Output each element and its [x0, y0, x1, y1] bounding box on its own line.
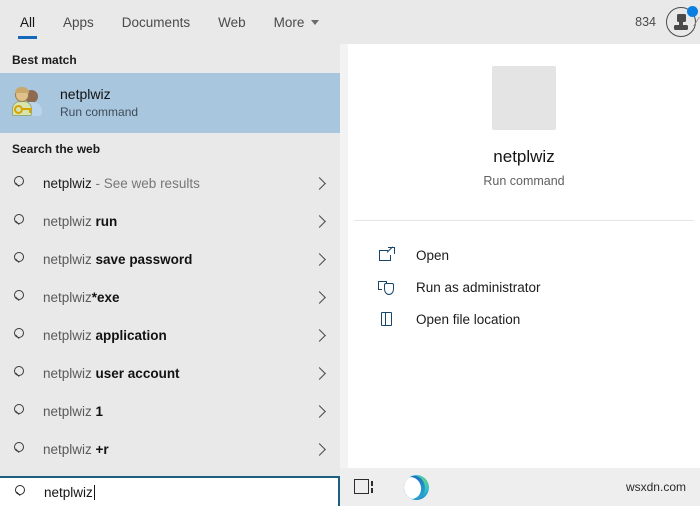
- tab-apps-label: Apps: [63, 14, 94, 30]
- action-list: Open Run as administrator Open file loca…: [348, 221, 700, 335]
- list-item[interactable]: netplwiz 1: [0, 392, 340, 430]
- suggestion-suffix: - See web results: [91, 175, 200, 191]
- text-cursor: [93, 484, 95, 500]
- chevron-right-icon: [313, 290, 326, 304]
- list-item[interactable]: netplwiz run: [0, 202, 340, 240]
- clipped-edge-glyph: ⁄: [695, 14, 698, 29]
- action-open-label: Open: [416, 247, 450, 263]
- tab-all[interactable]: All: [6, 0, 49, 44]
- list-item[interactable]: netplwiz - See web results: [0, 164, 340, 202]
- preview-subtitle: Run command: [483, 174, 565, 188]
- suggestion-query: netplwiz: [43, 289, 92, 305]
- list-item[interactable]: netplwiz application: [0, 316, 340, 354]
- search-icon: [12, 289, 29, 306]
- microsoft-edge-icon[interactable]: [404, 474, 429, 500]
- search-icon: [12, 365, 29, 382]
- search-icon: [12, 251, 29, 268]
- preview-title: netplwiz: [493, 147, 555, 166]
- search-the-web-heading: Search the web: [12, 142, 101, 156]
- best-match-subtitle: Run command: [60, 105, 139, 119]
- web-suggestion-list: netplwiz - See web results netplwiz run …: [0, 162, 340, 468]
- best-match-heading: Best match: [12, 53, 77, 67]
- search-icon: [12, 403, 29, 420]
- taskbar: wsxdn.com: [340, 468, 700, 506]
- search-icon: [12, 441, 29, 458]
- tab-web[interactable]: Web: [204, 0, 260, 44]
- rewards-points: 834: [635, 15, 656, 29]
- suggestion-suffix: +r: [91, 441, 109, 457]
- site-watermark: wsxdn.com: [625, 480, 686, 494]
- shield-icon: [378, 278, 396, 296]
- action-run-as-administrator[interactable]: Run as administrator: [348, 271, 700, 303]
- suggestion-query: netplwiz: [43, 365, 92, 381]
- best-match-result[interactable]: netplwiz Run command: [0, 73, 340, 133]
- search-filter-tabbar: All Apps Documents Web More 834 ⁄: [0, 0, 700, 44]
- tab-documents[interactable]: Documents: [108, 0, 204, 44]
- action-run-as-administrator-label: Run as administrator: [416, 279, 541, 295]
- search-strip: [0, 468, 340, 476]
- suggestion-query: netplwiz: [43, 327, 92, 343]
- action-open-file-location[interactable]: Open file location: [348, 303, 700, 335]
- panel-separator: [340, 44, 348, 468]
- rewards-medal-icon[interactable]: [666, 6, 698, 37]
- search-icon: [12, 175, 29, 192]
- chevron-right-icon: [313, 328, 326, 342]
- suggestion-query: netplwiz: [43, 403, 92, 419]
- preview-header: netplwiz Run command: [348, 44, 700, 220]
- search-input[interactable]: netplwiz: [0, 476, 340, 506]
- search-icon: [12, 327, 29, 344]
- chevron-right-icon: [313, 366, 326, 380]
- windows-search-panel: All Apps Documents Web More 834 ⁄ Best m…: [0, 0, 700, 506]
- action-open[interactable]: Open: [348, 239, 700, 271]
- suggestion-query: netplwiz: [43, 213, 92, 229]
- chevron-down-icon: [311, 19, 320, 25]
- suggestion-suffix: run: [91, 213, 118, 229]
- list-item[interactable]: netplwiz user account: [0, 354, 340, 392]
- suggestion-suffix: save password: [91, 251, 193, 267]
- chevron-right-icon: [313, 214, 326, 228]
- suggestion-suffix: *exe: [91, 289, 120, 305]
- rewards-area: 834: [635, 0, 700, 44]
- tab-apps[interactable]: Apps: [49, 0, 108, 44]
- list-item[interactable]: netplwiz save password: [0, 240, 340, 278]
- search-icon: [12, 213, 29, 230]
- chevron-right-icon: [313, 176, 326, 190]
- folder-icon: [378, 310, 396, 328]
- tab-more[interactable]: More: [260, 0, 334, 44]
- chevron-right-icon: [313, 442, 326, 456]
- tab-more-label: More: [273, 14, 305, 30]
- suggestion-suffix: application: [91, 327, 167, 343]
- app-icon-placeholder: [492, 66, 556, 130]
- tab-all-label: All: [20, 14, 36, 30]
- results-list-panel: Best match netplwiz Run command Search t…: [0, 44, 340, 468]
- list-item[interactable]: netplwiz*exe: [0, 278, 340, 316]
- user-accounts-icon: [12, 87, 46, 119]
- best-match-title: netplwiz: [60, 86, 111, 102]
- preview-pane: netplwiz Run command Open Run as adminis…: [348, 44, 700, 468]
- suggestion-query: netplwiz: [43, 175, 92, 191]
- suggestion-query: netplwiz: [43, 441, 92, 457]
- search-input-value: netplwiz: [44, 484, 93, 500]
- open-external-icon: [378, 245, 396, 264]
- action-open-file-location-label: Open file location: [416, 311, 521, 327]
- list-item[interactable]: netplwiz +r: [0, 430, 340, 468]
- tab-list: All Apps Documents Web More: [0, 0, 333, 44]
- suggestion-query: netplwiz: [43, 251, 92, 267]
- chevron-right-icon: [313, 404, 326, 418]
- chevron-right-icon: [313, 252, 326, 266]
- suggestion-suffix: user account: [91, 365, 180, 381]
- tab-documents-label: Documents: [121, 14, 191, 30]
- tab-active-underline: [18, 36, 38, 39]
- suggestion-suffix: 1: [91, 403, 104, 419]
- tab-web-label: Web: [218, 14, 246, 30]
- task-view-icon[interactable]: [354, 478, 376, 496]
- search-icon: [13, 484, 30, 501]
